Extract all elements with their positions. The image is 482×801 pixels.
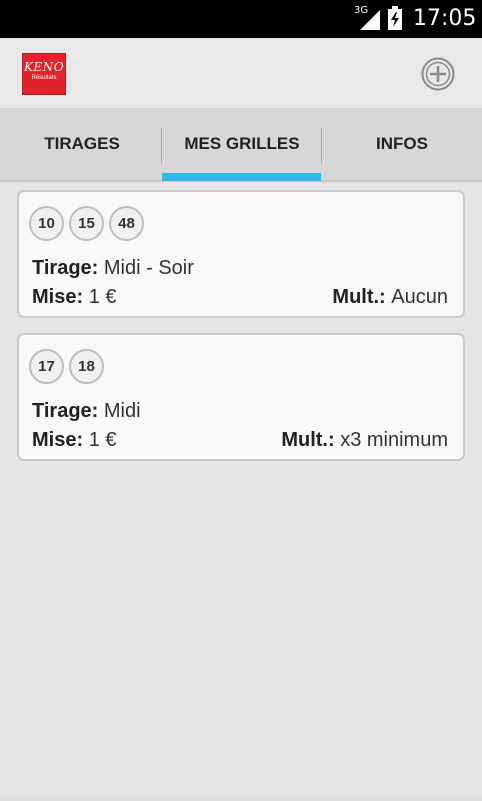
- mise-label: Mise:: [32, 429, 89, 451]
- number-ball: 17: [29, 349, 64, 384]
- grid-card[interactable]: 17 18 Tirage: Midi Mise: 1 € Mult.: x3 m…: [17, 333, 465, 461]
- signal-icon: [360, 10, 380, 30]
- mise-row: Mise: 1 € Mult.: Aucun: [32, 286, 448, 309]
- grid-numbers: 10 15 48: [29, 206, 144, 241]
- mult-value: Aucun: [391, 286, 448, 308]
- mult-label: Mult.:: [332, 286, 392, 308]
- app-logo[interactable]: KENO Résultats: [22, 53, 66, 95]
- add-grid-icon[interactable]: [421, 57, 455, 91]
- action-bar: KENO Résultats: [0, 38, 482, 108]
- tirage-value: Midi - Soir: [103, 257, 194, 279]
- tab-mes-grilles[interactable]: MES GRILLES: [162, 108, 322, 180]
- mult-label: Mult.:: [281, 429, 341, 451]
- mult-group: Mult.: Aucun: [332, 286, 448, 309]
- number-ball: 15: [69, 206, 104, 241]
- number-ball: 48: [109, 206, 144, 241]
- mise-value: 1 €: [88, 286, 117, 308]
- logo-subtitle: Résultats: [31, 75, 57, 81]
- number-ball: 10: [29, 206, 64, 241]
- mult-group: Mult.: x3 minimum: [281, 429, 448, 452]
- tirage-label: Tirage:: [32, 400, 104, 422]
- tirage-value: Midi: [103, 400, 141, 422]
- bottom-edge: [0, 797, 482, 801]
- mult-value: x3 minimum: [340, 429, 448, 451]
- tirage-row: Tirage: Midi: [32, 400, 448, 423]
- status-bar: 3G 17:05: [0, 0, 482, 38]
- mise-row: Mise: 1 € Mult.: x3 minimum: [32, 429, 448, 452]
- tab-infos[interactable]: INFOS: [322, 108, 482, 180]
- battery-charging-icon: [388, 6, 402, 30]
- mise-label: Mise:: [32, 286, 89, 308]
- tirage-label: Tirage:: [32, 257, 104, 279]
- grid-card[interactable]: 10 15 48 Tirage: Midi - Soir Mise: 1 € M…: [17, 190, 465, 318]
- tab-selected-indicator: [162, 173, 321, 181]
- grid-numbers: 17 18: [29, 349, 104, 384]
- clock: 17:05: [413, 6, 477, 31]
- mise-value: 1 €: [88, 429, 117, 451]
- number-ball: 18: [69, 349, 104, 384]
- tab-bar: TIRAGES MES GRILLES INFOS: [0, 108, 482, 182]
- logo-title: KENO: [23, 60, 65, 74]
- tirage-row: Tirage: Midi - Soir: [32, 257, 448, 280]
- tab-tirages[interactable]: TIRAGES: [2, 108, 162, 180]
